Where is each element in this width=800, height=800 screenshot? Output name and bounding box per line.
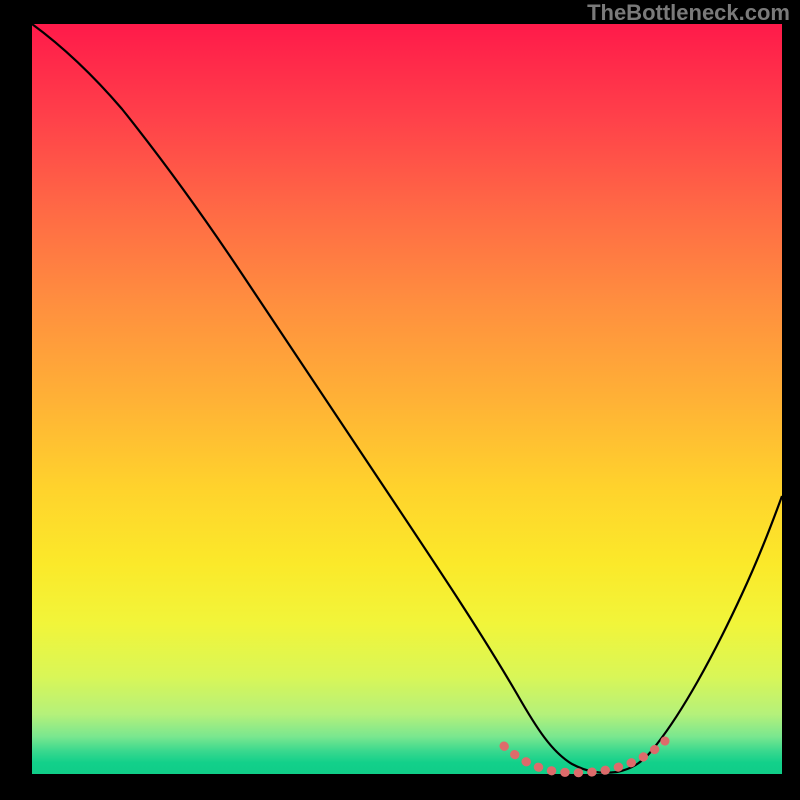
chart-svg [32,24,782,774]
chart-frame: TheBottleneck.com [0,0,800,800]
optimal-band-marker [504,741,665,773]
watermark-text: TheBottleneck.com [587,0,790,26]
bottleneck-curve-line [32,24,782,773]
